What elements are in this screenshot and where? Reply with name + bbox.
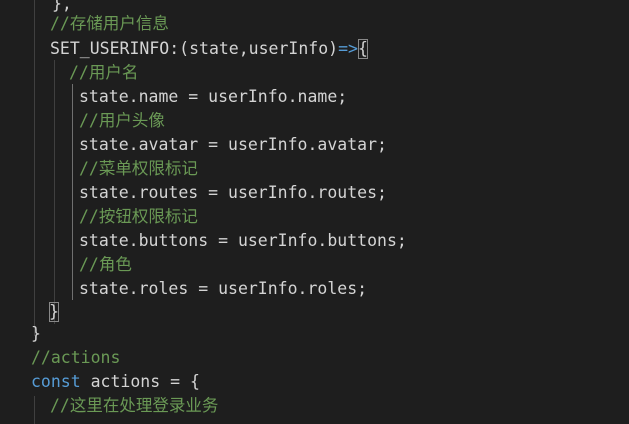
code-comment: //角色 bbox=[79, 255, 132, 274]
code-token: const bbox=[31, 372, 81, 391]
code-line[interactable]: SET_USERINFO:(state,userInfo)=>{ bbox=[0, 37, 629, 61]
code-line[interactable]: //菜单权限标记 bbox=[0, 157, 629, 181]
code-token: } bbox=[31, 324, 41, 343]
code-comment: //菜单权限标记 bbox=[79, 159, 198, 178]
code-token: state.name = userInfo.name; bbox=[79, 87, 348, 106]
code-comment: //actions bbox=[31, 348, 121, 367]
code-line[interactable]: //角色 bbox=[0, 253, 629, 277]
code-token: state.buttons = userInfo.buttons; bbox=[79, 231, 407, 250]
code-line[interactable]: state.name = userInfo.name; bbox=[0, 85, 629, 109]
code-line[interactable]: //actions bbox=[0, 346, 629, 370]
code-token: state.roles = userInfo.roles; bbox=[79, 279, 368, 298]
code-line[interactable]: } bbox=[0, 300, 629, 324]
code-token: state.avatar = userInfo.avatar; bbox=[79, 135, 387, 154]
code-line[interactable]: //这里在处理登录业务 bbox=[0, 394, 629, 418]
code-line[interactable]: //按钮权限标记 bbox=[0, 205, 629, 229]
code-comment: //这里在处理登录业务 bbox=[50, 396, 219, 415]
code-line[interactable]: state.buttons = userInfo.buttons; bbox=[0, 229, 629, 253]
code-line[interactable]: state.avatar = userInfo.avatar; bbox=[0, 133, 629, 157]
code-editor[interactable]: },//存储用户信息 SET_USERINFO:(state,userInfo)=… bbox=[0, 0, 629, 424]
code-line[interactable]: //存储用户信息 bbox=[0, 12, 629, 36]
matched-bracket: } bbox=[49, 302, 59, 322]
code-comment: //存储用户信息 bbox=[50, 14, 169, 33]
code-line[interactable]: } bbox=[0, 322, 629, 346]
code-line[interactable]: //用户头像 bbox=[0, 109, 629, 133]
code-token: state.routes = userInfo.routes; bbox=[79, 183, 387, 202]
code-line[interactable]: state.routes = userInfo.routes; bbox=[0, 181, 629, 205]
code-token: actions = { bbox=[80, 372, 200, 391]
code-line[interactable]: //用户名 bbox=[0, 61, 629, 85]
code-line[interactable]: const actions = { bbox=[0, 370, 629, 394]
matched-bracket: { bbox=[357, 39, 368, 59]
code-token: SET_USERINFO:(state,userInfo) bbox=[50, 39, 339, 58]
code-token: => bbox=[338, 39, 358, 58]
code-line[interactable]: state.roles = userInfo.roles; bbox=[0, 277, 629, 301]
code-comment: //按钮权限标记 bbox=[79, 207, 198, 226]
code-comment: //用户名 bbox=[69, 63, 139, 82]
code-comment: //用户头像 bbox=[79, 111, 165, 130]
